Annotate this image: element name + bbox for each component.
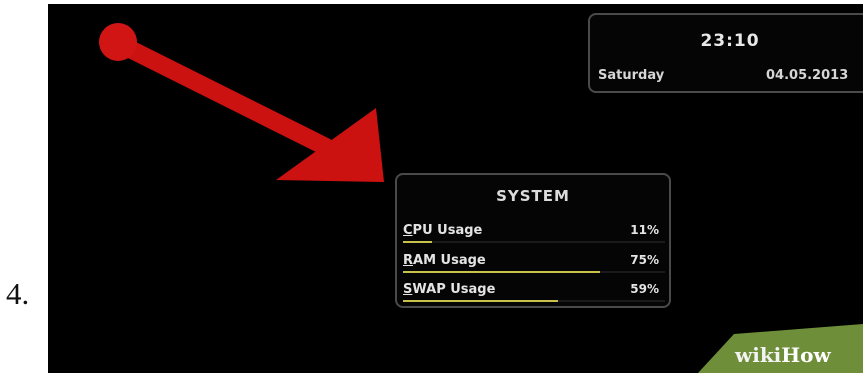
ram-usage-label: RAM Usage bbox=[403, 253, 486, 268]
watermark-how: How bbox=[781, 343, 831, 367]
clock-time: 23:10 bbox=[700, 31, 760, 51]
ram-usage-row: RAM Usage 75% bbox=[403, 253, 665, 277]
watermark-wiki: wiki bbox=[735, 343, 782, 367]
cpu-usage-value: 11% bbox=[630, 223, 659, 237]
wikihow-watermark: wikiHow bbox=[735, 343, 831, 367]
cpu-usage-row: CPU Usage 11% bbox=[403, 223, 665, 247]
step-number: 4. bbox=[6, 276, 30, 311]
system-monitor-widget: SYSTEM CPU Usage 11% RAM Usage 75% SWAP … bbox=[395, 173, 671, 308]
clock-widget: 23:10 Saturday 04.05.2013 bbox=[588, 13, 863, 93]
ram-usage-bar bbox=[403, 271, 665, 273]
swap-usage-value: 59% bbox=[630, 282, 659, 296]
desktop-screen: 23:10 Saturday 04.05.2013 SYSTEM CPU Usa… bbox=[48, 4, 863, 373]
ram-usage-bar-fill bbox=[403, 271, 600, 273]
swap-usage-row: SWAP Usage 59% bbox=[403, 282, 665, 306]
cpu-usage-label: CPU Usage bbox=[403, 223, 483, 238]
cpu-usage-bar-fill bbox=[403, 241, 432, 243]
clock-date: 04.05.2013 bbox=[766, 68, 849, 83]
clock-day: Saturday bbox=[598, 68, 665, 83]
ram-usage-value: 75% bbox=[630, 253, 659, 267]
system-title: SYSTEM bbox=[496, 187, 570, 205]
swap-usage-label: SWAP Usage bbox=[403, 282, 496, 297]
swap-usage-bar bbox=[403, 300, 665, 302]
cpu-usage-bar bbox=[403, 241, 665, 243]
swap-usage-bar-fill bbox=[403, 300, 558, 302]
